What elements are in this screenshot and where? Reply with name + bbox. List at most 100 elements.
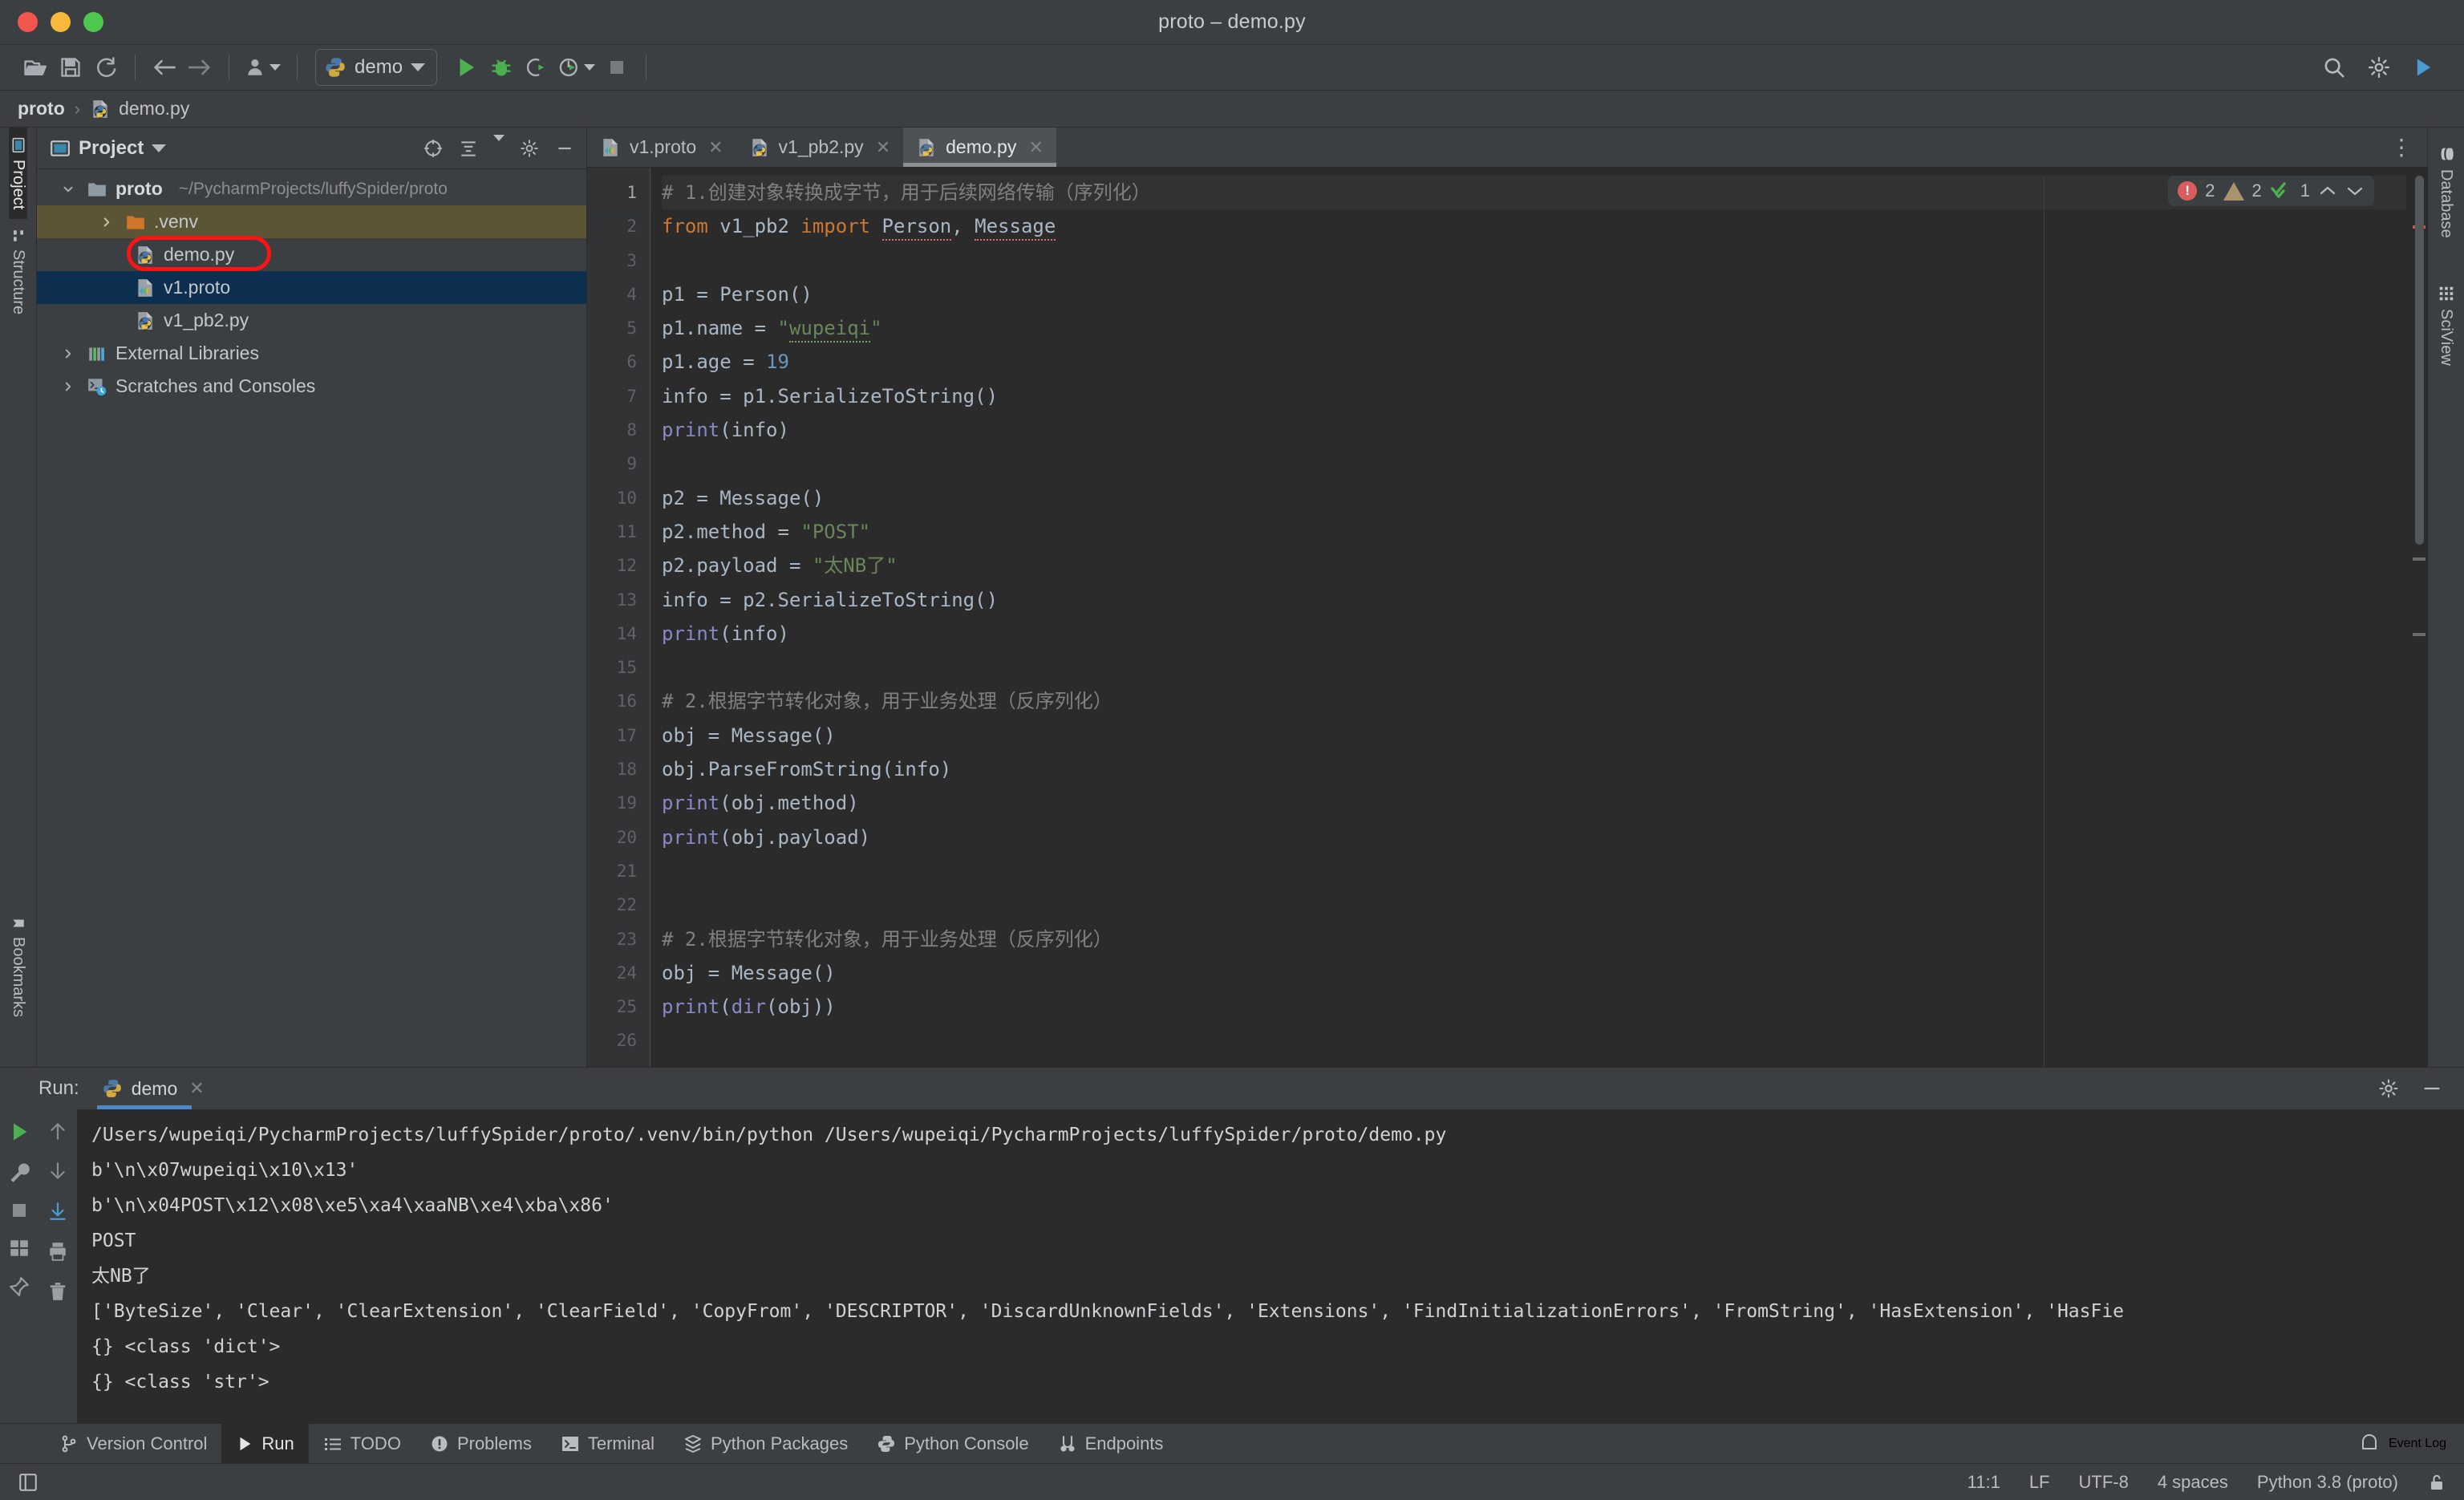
editor-scrollbar[interactable]	[2406, 168, 2427, 1067]
tree-item-demo-py[interactable]: demo.py	[37, 236, 586, 271]
tree-item-external-libraries[interactable]: External Libraries	[37, 337, 586, 370]
chevron-down-icon[interactable]	[411, 63, 426, 71]
tool-button-python-console[interactable]: Python Console	[862, 1424, 1043, 1463]
run-button[interactable]	[448, 50, 484, 85]
scroll-to-end-icon[interactable]	[47, 1201, 68, 1222]
chevron-down-icon[interactable]	[584, 64, 596, 71]
up-arrow-icon[interactable]	[47, 1121, 68, 1141]
arrow-right-icon[interactable]	[182, 50, 217, 85]
trash-icon[interactable]	[47, 1281, 68, 1302]
run-tab-demo[interactable]: demo ✕	[96, 1068, 209, 1109]
tool-button-todo[interactable]: TODO	[309, 1424, 415, 1463]
chevron-right-icon[interactable]	[96, 215, 117, 229]
wrench-icon[interactable]	[8, 1161, 30, 1183]
tab-v1-pb2-py[interactable]: v1_pb2.py ✕	[736, 128, 904, 167]
lock-icon	[2431, 1474, 2442, 1490]
warning-stripe-mark[interactable]	[2413, 557, 2426, 561]
run-configuration-selector[interactable]: demo	[315, 49, 438, 86]
gear-icon[interactable]	[2377, 1077, 2400, 1100]
stop-icon[interactable]	[10, 1201, 29, 1220]
tool-button-endpoints[interactable]: Endpoints	[1044, 1424, 1178, 1463]
chevron-right-icon[interactable]	[58, 379, 79, 394]
line-separator[interactable]: LF	[2029, 1472, 2050, 1493]
rerun-icon[interactable]	[8, 1121, 30, 1143]
lock-icon[interactable]	[2427, 1473, 2446, 1492]
sidebar-item-bookmarks[interactable]: Bookmarks	[9, 906, 27, 1027]
chevron-right-icon[interactable]	[58, 347, 79, 361]
folder-icon[interactable]	[18, 50, 53, 85]
collapse-icon[interactable]	[458, 138, 479, 159]
updates-icon[interactable]	[2406, 50, 2442, 85]
breadcrumb-root[interactable]: proto	[18, 98, 65, 120]
tool-button-run[interactable]: Run	[221, 1424, 309, 1463]
close-icon[interactable]: ✕	[876, 137, 890, 158]
code-content[interactable]: # 1.创建对象转换成字节，用于后续网络传输（序列化） from v1_pb2 …	[650, 168, 2406, 1067]
close-icon[interactable]: ✕	[708, 137, 723, 158]
tab-demo-py[interactable]: demo.py ✕	[903, 128, 1056, 167]
tool-button-problems[interactable]: Problems	[415, 1424, 546, 1463]
more-options-icon[interactable]: ⋮	[2390, 134, 2414, 160]
tree-item-scratches-and-consoles[interactable]: Scratches and Consoles	[37, 370, 586, 403]
layout-icon[interactable]	[10, 1472, 38, 1493]
arrow-left-icon[interactable]	[147, 50, 182, 85]
caret-position[interactable]: 11:1	[1968, 1472, 2000, 1493]
chevron-down-icon[interactable]	[493, 134, 505, 156]
close-icon[interactable]: ✕	[189, 1078, 204, 1099]
tool-button-python-packages[interactable]: Python Packages	[669, 1424, 862, 1463]
console-line: b'\n\x04POST\x12\x08\xe5\xa4\xaaNB\xe4\x…	[91, 1195, 614, 1216]
minimize-icon[interactable]	[2421, 1077, 2443, 1100]
tree-item-v1-proto[interactable]: v1.proto	[37, 271, 586, 304]
minimize-icon[interactable]	[554, 138, 575, 159]
pycharm-window: proto – demo.py demo proto › demo.py Pro…	[0, 0, 2464, 1500]
user-icon[interactable]	[241, 50, 286, 85]
chevron-up-icon[interactable]	[2318, 184, 2337, 198]
tree-item-venv[interactable]: .venv	[37, 205, 586, 238]
save-icon[interactable]	[53, 50, 88, 85]
right-tool-rail: Database SciView	[2427, 128, 2464, 1067]
scrollbar-thumb[interactable]	[2415, 176, 2424, 545]
python-interpreter[interactable]: Python 3.8 (proto)	[2257, 1472, 2398, 1493]
search-icon[interactable]	[2316, 50, 2352, 85]
grid-icon[interactable]	[9, 1238, 30, 1259]
down-arrow-icon[interactable]	[47, 1161, 68, 1182]
chevron-down-icon[interactable]	[2345, 184, 2365, 198]
pin-icon[interactable]	[9, 1276, 30, 1297]
sidebar-item-project[interactable]: Project	[9, 128, 27, 220]
code-editor[interactable]: 1 2 3 4 5 6 7 8 9 10 11 12 13 14 15 16 1	[587, 168, 2427, 1067]
inspection-widget[interactable]: ! 2 2 1	[2168, 176, 2374, 206]
tree-item-v1-pb2-py[interactable]: v1_pb2.py	[37, 304, 586, 337]
sidebar-item-database[interactable]: Database	[2437, 136, 2455, 248]
sidebar-item-structure[interactable]: Structure	[9, 219, 27, 324]
coverage-button[interactable]	[519, 50, 554, 85]
gear-icon[interactable]	[2361, 50, 2397, 85]
profile-button[interactable]	[554, 50, 599, 85]
chevron-down-icon[interactable]	[152, 144, 167, 152]
chevron-down-icon[interactable]	[270, 64, 281, 71]
indent-setting[interactable]: 4 spaces	[2158, 1472, 2228, 1493]
tab-label: v1.proto	[630, 136, 697, 157]
tool-button-terminal[interactable]: Terminal	[546, 1424, 669, 1463]
refresh-icon[interactable]	[88, 50, 124, 85]
breadcrumb: proto › demo.py	[0, 91, 2464, 128]
file-encoding[interactable]: UTF-8	[2079, 1472, 2129, 1493]
line-number: 24	[616, 963, 637, 983]
run-console-output[interactable]: /Users/wupeiqi/PycharmProjects/luffySpid…	[77, 1109, 2464, 1423]
print-icon[interactable]	[47, 1241, 68, 1262]
breadcrumb-file[interactable]: demo.py	[119, 98, 189, 120]
sidebar-item-sciview[interactable]: SciView	[2437, 275, 2455, 375]
event-log-button[interactable]: Event Log	[2360, 1424, 2464, 1463]
tool-button-version-control[interactable]: Version Control	[45, 1424, 221, 1463]
tree-item-proto[interactable]: proto ~/PycharmProjects/luffySpider/prot…	[37, 172, 586, 205]
debug-button[interactable]	[484, 50, 519, 85]
stop-button[interactable]	[599, 50, 634, 85]
warning-stripe-mark[interactable]	[2413, 633, 2426, 636]
tab-v1-proto[interactable]: v1.proto ✕	[587, 128, 736, 167]
target-icon[interactable]	[423, 138, 444, 159]
proto-file-icon	[603, 138, 618, 156]
close-icon[interactable]: ✕	[1028, 137, 1043, 158]
run-panel-body: /Users/wupeiqi/PycharmProjects/luffySpid…	[0, 1109, 2464, 1423]
gear-icon[interactable]	[519, 138, 540, 159]
line-number: 19	[616, 793, 637, 813]
chevron-down-icon[interactable]	[58, 182, 79, 197]
